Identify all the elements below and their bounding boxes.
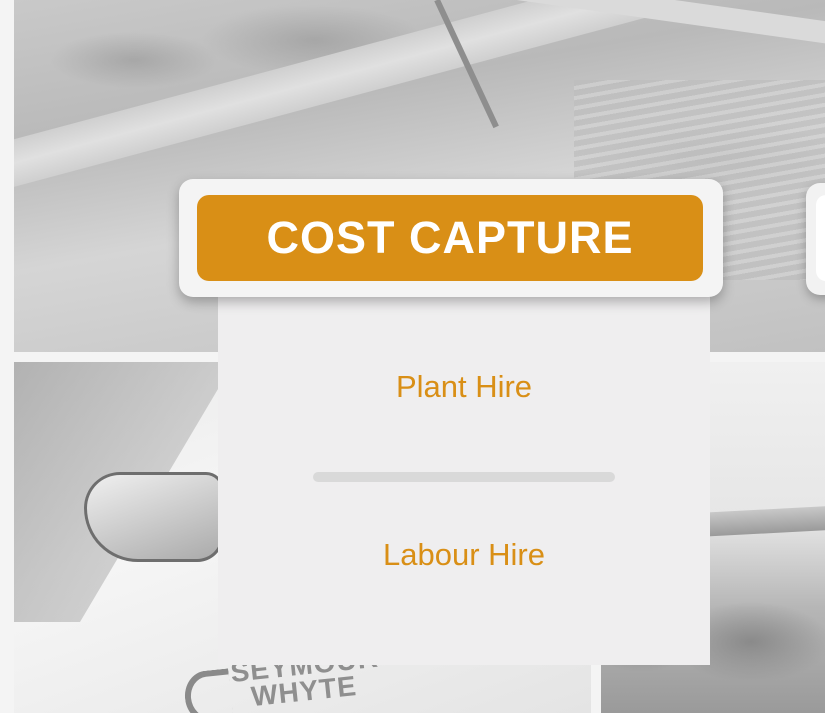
next-category-card[interactable] xyxy=(806,183,825,295)
menu-item-labour-hire[interactable]: Labour Hire xyxy=(218,537,710,573)
menu-item-plant-hire[interactable]: Plant Hire xyxy=(218,369,710,405)
side-mirror xyxy=(84,472,224,562)
menu-divider xyxy=(313,472,615,482)
cost-capture-title[interactable]: COST CAPTURE xyxy=(197,195,703,281)
logo-mark-icon xyxy=(182,668,234,713)
highway-road xyxy=(14,0,663,195)
next-category-card-inner xyxy=(816,195,825,281)
cost-capture-menu: Plant Hire Labour Hire xyxy=(218,297,710,665)
cost-capture-card[interactable]: COST CAPTURE xyxy=(179,179,723,297)
